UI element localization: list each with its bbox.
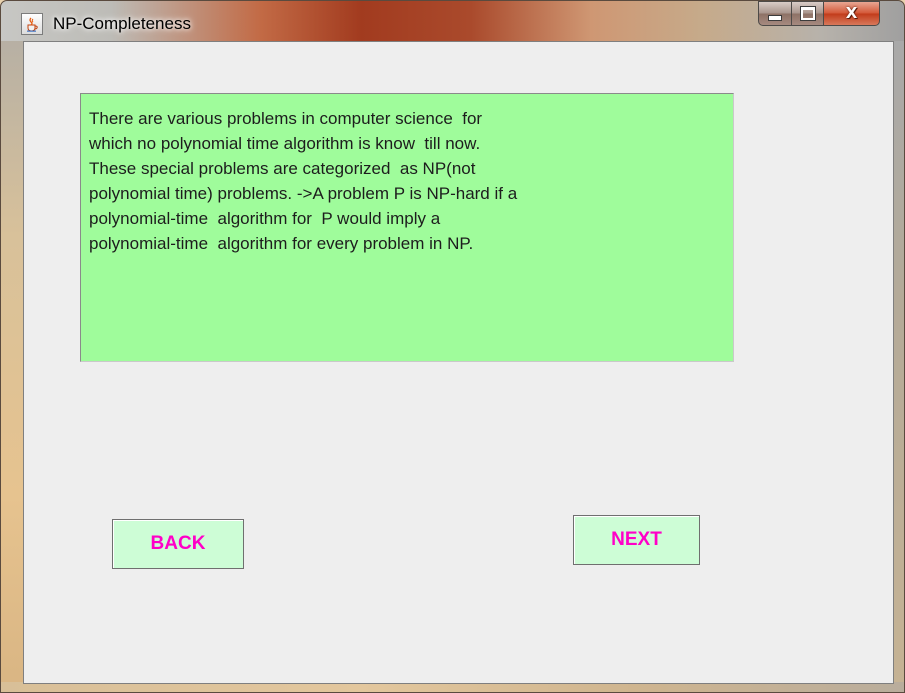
app-window: NP-Completeness X There are various prob…: [0, 0, 905, 693]
maximize-icon: [799, 6, 816, 21]
maximize-button[interactable]: [792, 1, 824, 26]
description-text-area[interactable]: There are various problems in computer s…: [80, 93, 734, 362]
window-title: NP-Completeness: [53, 14, 191, 33]
title-bar[interactable]: NP-Completeness X: [1, 1, 904, 41]
minimize-icon: [768, 15, 782, 21]
content-panel: There are various problems in computer s…: [23, 41, 894, 684]
close-icon: X: [845, 4, 858, 22]
java-cup-icon[interactable]: [21, 13, 43, 35]
next-button[interactable]: NEXT: [573, 515, 700, 565]
back-button[interactable]: BACK: [112, 519, 244, 569]
caption-buttons: X: [758, 1, 880, 27]
close-button[interactable]: X: [824, 1, 880, 26]
minimize-button[interactable]: [758, 1, 792, 26]
